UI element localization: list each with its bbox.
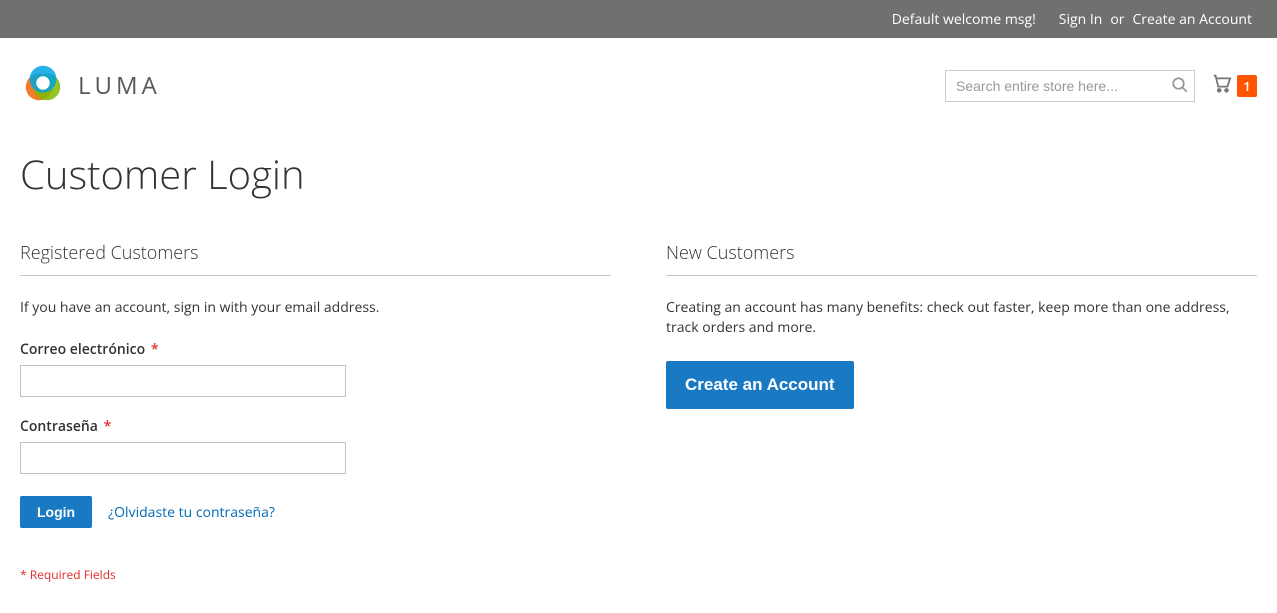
page-content: Customer Login Registered Customers If y… xyxy=(0,121,1277,613)
cart-link[interactable]: 1 xyxy=(1209,72,1257,99)
email-field[interactable] xyxy=(20,365,346,397)
forgot-password-link[interactable]: ¿Olvidaste tu contraseña? xyxy=(108,503,275,522)
logo[interactable]: LUMA xyxy=(20,60,161,111)
email-label: Correo electrónico * xyxy=(20,340,611,359)
registered-customers-block: Registered Customers If you have an acco… xyxy=(20,241,611,583)
search-box xyxy=(945,70,1195,102)
search-icon xyxy=(1171,82,1189,97)
required-fields-note: * Required Fields xyxy=(20,566,611,583)
create-account-button[interactable]: Create an Account xyxy=(666,361,854,409)
search-input[interactable] xyxy=(945,70,1195,102)
registered-desc: If you have an account, sign in with you… xyxy=(20,298,611,318)
password-label: Contraseña * xyxy=(20,417,611,436)
logo-text: LUMA xyxy=(78,69,161,102)
luma-logo-icon xyxy=(20,60,66,111)
required-asterisk: * xyxy=(151,340,159,359)
top-bar: Default welcome msg! Sign In or Create a… xyxy=(0,0,1277,38)
new-customers-desc: Creating an account has many benefits: c… xyxy=(666,298,1257,339)
header: LUMA 1 xyxy=(0,38,1277,121)
email-label-text: Correo electrónico xyxy=(20,340,145,359)
create-account-link-top[interactable]: Create an Account xyxy=(1132,10,1252,29)
new-customers-title: New Customers xyxy=(666,241,1257,276)
new-customers-block: New Customers Creating an account has ma… xyxy=(666,241,1257,583)
welcome-msg: Default welcome msg! xyxy=(892,10,1036,29)
columns: Registered Customers If you have an acco… xyxy=(20,241,1257,583)
cart-icon xyxy=(1209,72,1233,99)
or-text: or xyxy=(1110,10,1124,29)
login-button[interactable]: Login xyxy=(20,496,92,528)
page-title: Customer Login xyxy=(20,146,1257,201)
password-field-wrap: Contraseña * xyxy=(20,417,611,474)
search-button[interactable] xyxy=(1171,76,1189,97)
signin-link[interactable]: Sign In xyxy=(1059,10,1103,29)
cart-count-badge: 1 xyxy=(1237,75,1257,97)
login-actions: Login ¿Olvidaste tu contraseña? xyxy=(20,496,611,528)
registered-title: Registered Customers xyxy=(20,241,611,276)
password-label-text: Contraseña xyxy=(20,417,98,436)
required-asterisk: * xyxy=(104,417,112,436)
email-field-wrap: Correo electrónico * xyxy=(20,340,611,397)
password-field[interactable] xyxy=(20,442,346,474)
